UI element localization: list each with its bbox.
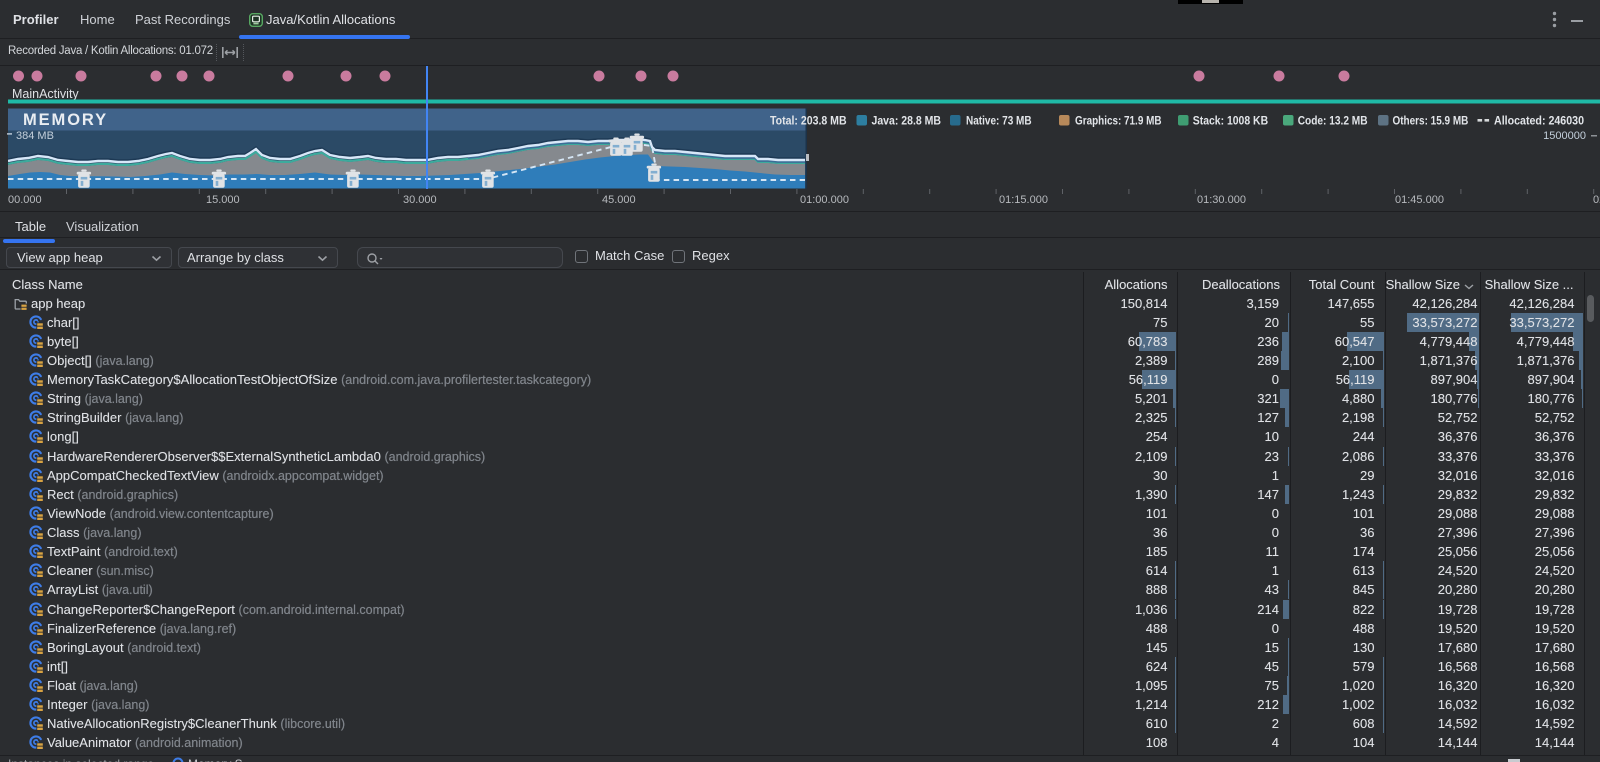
svg-text:45.000: 45.000 [602,194,636,206]
svg-text:01:15.000: 01:15.000 [999,194,1048,206]
svg-text:01:30.000: 01:30.000 [1197,194,1246,206]
svg-text:00.000: 00.000 [8,194,42,206]
svg-text:MEMORY: MEMORY [23,111,108,129]
svg-text:Others: 15.9 MB: Others: 15.9 MB [1393,114,1469,128]
svg-text:15.000: 15.000 [206,194,240,206]
svg-text:Native: 73 MB: Native: 73 MB [966,114,1032,128]
svg-text:01:00.000: 01:00.000 [800,194,849,206]
svg-text:30.000: 30.000 [403,194,437,206]
svg-text:01:45.000: 01:45.000 [1395,194,1444,206]
svg-text:384 MB: 384 MB [16,130,54,142]
svg-text:1500000: 1500000 [1543,130,1586,142]
svg-text:Allocated: 246030: Allocated: 246030 [1494,114,1584,128]
svg-text:Java: 28.8 MB: Java: 28.8 MB [872,114,942,128]
svg-text:Graphics: 71.9 MB: Graphics: 71.9 MB [1075,114,1162,128]
svg-text:02:0: 02:0 [1593,194,1600,206]
svg-text:Total: 203.8 MB: Total: 203.8 MB [770,114,847,128]
svg-text:Code: 13.2 MB: Code: 13.2 MB [1298,114,1368,128]
svg-text:Stack: 1008 KB: Stack: 1008 KB [1193,114,1269,128]
svg-text:MainActivity: MainActivity [12,87,79,101]
